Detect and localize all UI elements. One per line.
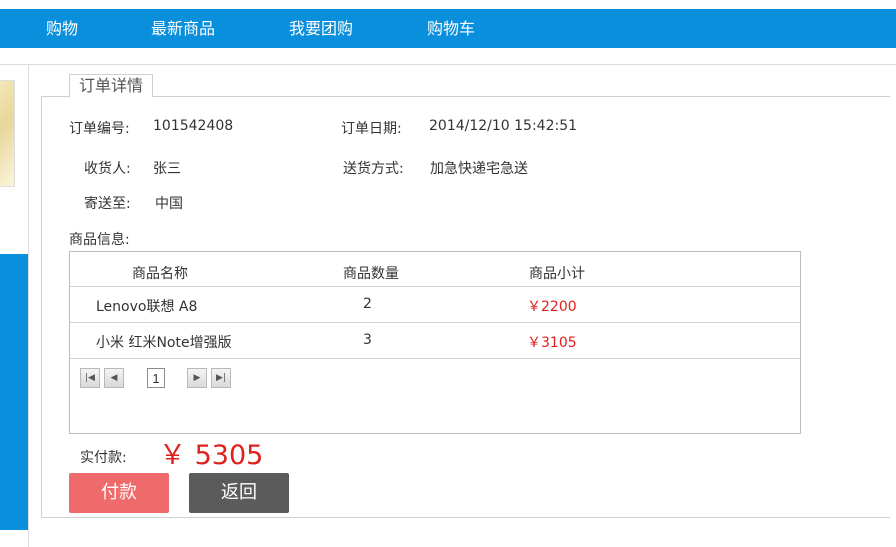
total-paid-amount: ￥ 5305 xyxy=(159,440,264,471)
delivery-method-value: 加急快递宅急送 xyxy=(430,161,528,177)
product-thumbnail[interactable] xyxy=(0,80,15,187)
order-number-label: 订单编号: xyxy=(69,121,130,137)
nav-item-group-buy[interactable]: 我要团购 xyxy=(289,9,353,48)
nav-item-cart[interactable]: 购物车 xyxy=(427,9,475,48)
ship-to-label: 寄送至: xyxy=(84,196,131,212)
prev-page-icon[interactable]: ◀ xyxy=(104,368,124,388)
subtotal-cell: ￥2200 xyxy=(527,299,577,315)
header-divider xyxy=(0,64,896,65)
product-name-cell: 小米 红米Note增强版 xyxy=(96,335,232,351)
next-page-icon[interactable]: ▶ xyxy=(187,368,207,388)
first-page-icon[interactable]: |◀ xyxy=(80,368,100,388)
table-row-divider xyxy=(70,322,800,323)
goods-info-label: 商品信息: xyxy=(69,232,130,248)
product-name-cell: Lenovo联想 A8 xyxy=(96,299,198,315)
column-header-subtotal: 商品小计 xyxy=(529,266,585,282)
page-number-input[interactable] xyxy=(147,368,165,388)
receiver-value: 张三 xyxy=(153,161,181,177)
last-page-icon[interactable]: ▶| xyxy=(211,368,231,388)
ship-to-value: 中国 xyxy=(155,196,183,212)
subtotal-cell: ￥3105 xyxy=(527,335,577,351)
nav-item-shopping[interactable]: 购物 xyxy=(46,9,78,48)
order-date-value: 2014/12/10 15:42:51 xyxy=(429,118,578,134)
order-date-label: 订单日期: xyxy=(341,121,402,137)
receiver-label: 收货人: xyxy=(84,161,131,177)
order-number-value: 101542408 xyxy=(153,118,234,134)
goods-table: 商品名称 商品数量 商品小计 Lenovo联想 A8 2 ￥2200 小米 红米… xyxy=(69,251,801,434)
table-row-divider xyxy=(70,358,800,359)
left-sidebar-fragment xyxy=(0,254,28,530)
nav-item-new-products[interactable]: 最新商品 xyxy=(151,9,215,48)
column-header-quantity: 商品数量 xyxy=(343,266,399,282)
order-detail-tab: 订单详情 xyxy=(69,74,153,98)
delivery-method-label: 送货方式: xyxy=(343,161,404,177)
left-column-divider xyxy=(28,64,29,547)
quantity-cell: 2 xyxy=(363,296,372,312)
column-header-product-name: 商品名称 xyxy=(132,266,188,282)
table-row-divider xyxy=(70,286,800,287)
total-paid-label: 实付款: xyxy=(80,450,127,466)
back-button[interactable]: 返回 xyxy=(189,473,289,513)
pay-button[interactable]: 付款 xyxy=(69,473,169,513)
quantity-cell: 3 xyxy=(363,332,372,348)
